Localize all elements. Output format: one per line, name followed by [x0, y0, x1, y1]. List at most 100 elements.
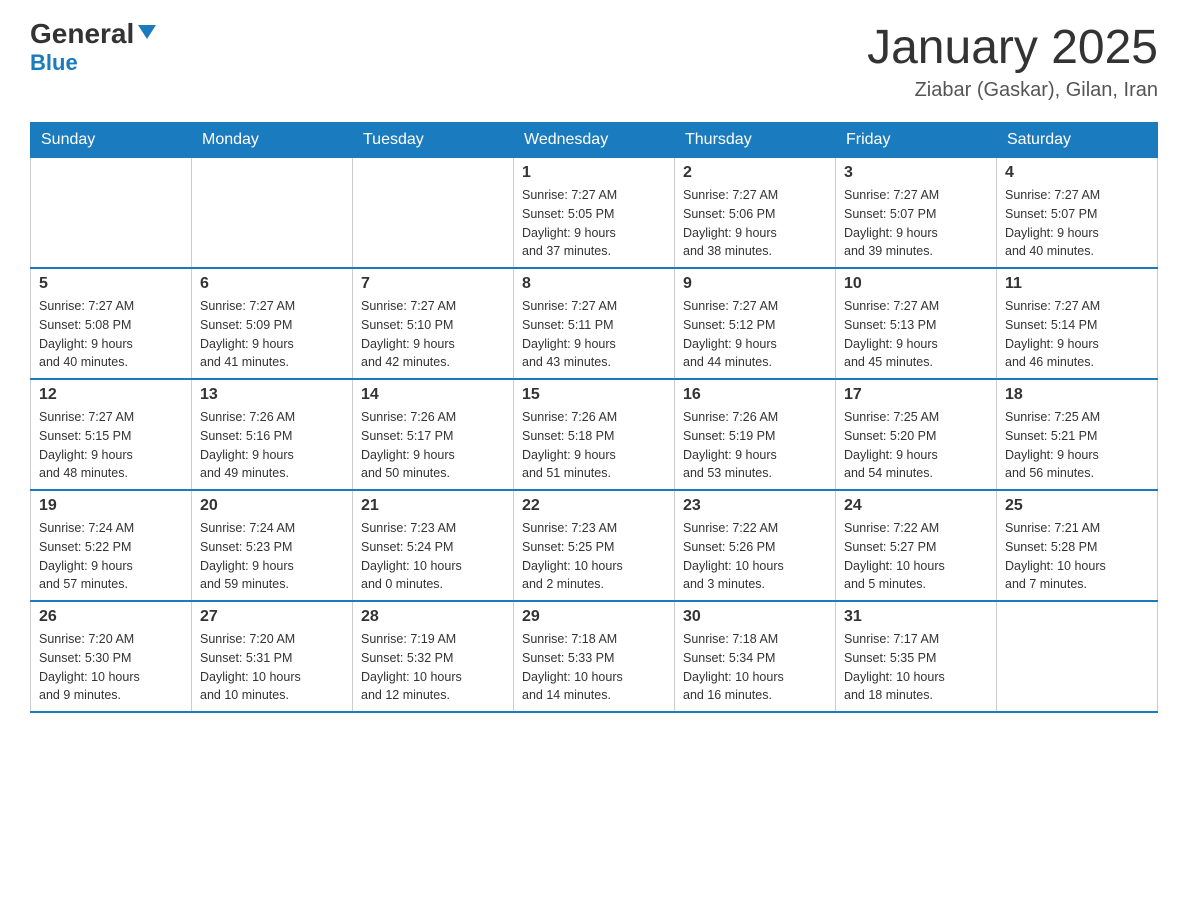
- week-row-3: 12 Sunrise: 7:27 AMSunset: 5:15 PMDayligh…: [31, 379, 1158, 490]
- logo: General Blue: [30, 20, 158, 76]
- day-cell-21: 21 Sunrise: 7:23 AMSunset: 5:24 PMDayligh…: [353, 490, 514, 601]
- day-info: Sunrise: 7:27 AMSunset: 5:09 PMDaylight:…: [200, 297, 344, 372]
- day-info: Sunrise: 7:19 AMSunset: 5:32 PMDaylight:…: [361, 630, 505, 705]
- day-cell-15: 15 Sunrise: 7:26 AMSunset: 5:18 PMDayligh…: [514, 379, 675, 490]
- day-cell-25: 25 Sunrise: 7:21 AMSunset: 5:28 PMDayligh…: [997, 490, 1158, 601]
- day-number: 25: [1005, 497, 1149, 515]
- weekday-header-thursday: Thursday: [675, 123, 836, 158]
- day-info: Sunrise: 7:23 AMSunset: 5:25 PMDaylight:…: [522, 519, 666, 594]
- day-cell-3: 3Sunrise: 7:27 AMSunset: 5:07 PMDaylight…: [836, 158, 997, 269]
- day-cell-17: 17 Sunrise: 7:25 AMSunset: 5:20 PMDayligh…: [836, 379, 997, 490]
- day-number: 18: [1005, 386, 1149, 404]
- day-info: Sunrise: 7:26 AMSunset: 5:17 PMDaylight:…: [361, 408, 505, 483]
- day-cell-16: 16Sunrise: 7:26 AMSunset: 5:19 PMDayligh…: [675, 379, 836, 490]
- page-header: General Blue January 2025 Ziabar (Gaskar…: [30, 20, 1158, 102]
- weekday-header-sunday: Sunday: [31, 123, 192, 158]
- day-number: 11: [1005, 275, 1149, 293]
- day-number: 16: [683, 386, 827, 404]
- day-number: 1: [522, 164, 666, 182]
- day-info: Sunrise: 7:23 AMSunset: 5:24 PMDaylight:…: [361, 519, 505, 594]
- week-row-4: 19Sunrise: 7:24 AMSunset: 5:22 PMDayligh…: [31, 490, 1158, 601]
- day-info: Sunrise: 7:25 AMSunset: 5:21 PMDaylight:…: [1005, 408, 1149, 483]
- day-number: 13: [200, 386, 344, 404]
- location: Ziabar (Gaskar), Gilan, Iran: [867, 79, 1158, 102]
- empty-cell: [192, 158, 353, 269]
- week-row-1: 1 Sunrise: 7:27 AMSunset: 5:05 PMDaylight…: [31, 158, 1158, 269]
- weekday-header-wednesday: Wednesday: [514, 123, 675, 158]
- logo-blue: Blue: [30, 50, 78, 76]
- week-row-5: 26Sunrise: 7:20 AMSunset: 5:30 PMDayligh…: [31, 601, 1158, 712]
- day-number: 29: [522, 608, 666, 626]
- day-cell-1: 1 Sunrise: 7:27 AMSunset: 5:05 PMDaylight…: [514, 158, 675, 269]
- day-info: Sunrise: 7:27 AMSunset: 5:05 PMDaylight:…: [522, 186, 666, 261]
- day-number: 15: [522, 386, 666, 404]
- day-info: Sunrise: 7:20 AMSunset: 5:31 PMDaylight:…: [200, 630, 344, 705]
- day-cell-5: 5Sunrise: 7:27 AMSunset: 5:08 PMDaylight…: [31, 268, 192, 379]
- weekday-header-row: SundayMondayTuesdayWednesdayThursdayFrid…: [31, 123, 1158, 158]
- day-cell-9: 9 Sunrise: 7:27 AMSunset: 5:12 PMDaylight…: [675, 268, 836, 379]
- day-cell-13: 13 Sunrise: 7:26 AMSunset: 5:16 PMDayligh…: [192, 379, 353, 490]
- day-number: 7: [361, 275, 505, 293]
- day-info: Sunrise: 7:26 AMSunset: 5:18 PMDaylight:…: [522, 408, 666, 483]
- day-number: 4: [1005, 164, 1149, 182]
- day-cell-23: 23 Sunrise: 7:22 AMSunset: 5:26 PMDayligh…: [675, 490, 836, 601]
- day-cell-20: 20 Sunrise: 7:24 AMSunset: 5:23 PMDayligh…: [192, 490, 353, 601]
- day-info: Sunrise: 7:27 AMSunset: 5:12 PMDaylight:…: [683, 297, 827, 372]
- day-cell-24: 24 Sunrise: 7:22 AMSunset: 5:27 PMDayligh…: [836, 490, 997, 601]
- day-cell-6: 6 Sunrise: 7:27 AMSunset: 5:09 PMDaylight…: [192, 268, 353, 379]
- day-info: Sunrise: 7:22 AMSunset: 5:26 PMDaylight:…: [683, 519, 827, 594]
- day-cell-8: 8 Sunrise: 7:27 AMSunset: 5:11 PMDaylight…: [514, 268, 675, 379]
- day-number: 22: [522, 497, 666, 515]
- logo-general: General: [30, 20, 134, 48]
- day-cell-22: 22 Sunrise: 7:23 AMSunset: 5:25 PMDayligh…: [514, 490, 675, 601]
- day-number: 17: [844, 386, 988, 404]
- day-cell-18: 18 Sunrise: 7:25 AMSunset: 5:21 PMDayligh…: [997, 379, 1158, 490]
- day-info: Sunrise: 7:27 AMSunset: 5:15 PMDaylight:…: [39, 408, 183, 483]
- day-info: Sunrise: 7:25 AMSunset: 5:20 PMDaylight:…: [844, 408, 988, 483]
- day-info: Sunrise: 7:24 AMSunset: 5:23 PMDaylight:…: [200, 519, 344, 594]
- day-cell-27: 27 Sunrise: 7:20 AMSunset: 5:31 PMDayligh…: [192, 601, 353, 712]
- logo-arrow-icon: [136, 21, 158, 43]
- title-block: January 2025 Ziabar (Gaskar), Gilan, Ira…: [867, 20, 1158, 102]
- day-info: Sunrise: 7:22 AMSunset: 5:27 PMDaylight:…: [844, 519, 988, 594]
- day-number: 23: [683, 497, 827, 515]
- day-cell-28: 28 Sunrise: 7:19 AMSunset: 5:32 PMDayligh…: [353, 601, 514, 712]
- day-info: Sunrise: 7:27 AMSunset: 5:10 PMDaylight:…: [361, 297, 505, 372]
- day-number: 21: [361, 497, 505, 515]
- day-number: 8: [522, 275, 666, 293]
- day-info: Sunrise: 7:18 AMSunset: 5:33 PMDaylight:…: [522, 630, 666, 705]
- day-info: Sunrise: 7:27 AMSunset: 5:13 PMDaylight:…: [844, 297, 988, 372]
- day-cell-12: 12 Sunrise: 7:27 AMSunset: 5:15 PMDayligh…: [31, 379, 192, 490]
- day-number: 6: [200, 275, 344, 293]
- empty-cell: [31, 158, 192, 269]
- day-cell-30: 30Sunrise: 7:18 AMSunset: 5:34 PMDayligh…: [675, 601, 836, 712]
- weekday-header-saturday: Saturday: [997, 123, 1158, 158]
- day-cell-2: 2Sunrise: 7:27 AMSunset: 5:06 PMDaylight…: [675, 158, 836, 269]
- day-info: Sunrise: 7:21 AMSunset: 5:28 PMDaylight:…: [1005, 519, 1149, 594]
- day-cell-11: 11 Sunrise: 7:27 AMSunset: 5:14 PMDayligh…: [997, 268, 1158, 379]
- day-info: Sunrise: 7:17 AMSunset: 5:35 PMDaylight:…: [844, 630, 988, 705]
- weekday-header-friday: Friday: [836, 123, 997, 158]
- empty-cell: [353, 158, 514, 269]
- weekday-header-tuesday: Tuesday: [353, 123, 514, 158]
- day-cell-29: 29 Sunrise: 7:18 AMSunset: 5:33 PMDayligh…: [514, 601, 675, 712]
- day-info: Sunrise: 7:27 AMSunset: 5:08 PMDaylight:…: [39, 297, 183, 372]
- weekday-header-monday: Monday: [192, 123, 353, 158]
- day-info: Sunrise: 7:27 AMSunset: 5:14 PMDaylight:…: [1005, 297, 1149, 372]
- day-number: 27: [200, 608, 344, 626]
- day-number: 12: [39, 386, 183, 404]
- day-cell-26: 26Sunrise: 7:20 AMSunset: 5:30 PMDayligh…: [31, 601, 192, 712]
- calendar-table: SundayMondayTuesdayWednesdayThursdayFrid…: [30, 122, 1158, 713]
- day-info: Sunrise: 7:27 AMSunset: 5:11 PMDaylight:…: [522, 297, 666, 372]
- day-info: Sunrise: 7:27 AMSunset: 5:06 PMDaylight:…: [683, 186, 827, 261]
- day-number: 28: [361, 608, 505, 626]
- week-row-2: 5Sunrise: 7:27 AMSunset: 5:08 PMDaylight…: [31, 268, 1158, 379]
- day-cell-31: 31Sunrise: 7:17 AMSunset: 5:35 PMDayligh…: [836, 601, 997, 712]
- day-number: 20: [200, 497, 344, 515]
- day-number: 24: [844, 497, 988, 515]
- day-cell-10: 10Sunrise: 7:27 AMSunset: 5:13 PMDayligh…: [836, 268, 997, 379]
- month-title: January 2025: [867, 20, 1158, 75]
- day-info: Sunrise: 7:20 AMSunset: 5:30 PMDaylight:…: [39, 630, 183, 705]
- day-number: 9: [683, 275, 827, 293]
- day-info: Sunrise: 7:26 AMSunset: 5:16 PMDaylight:…: [200, 408, 344, 483]
